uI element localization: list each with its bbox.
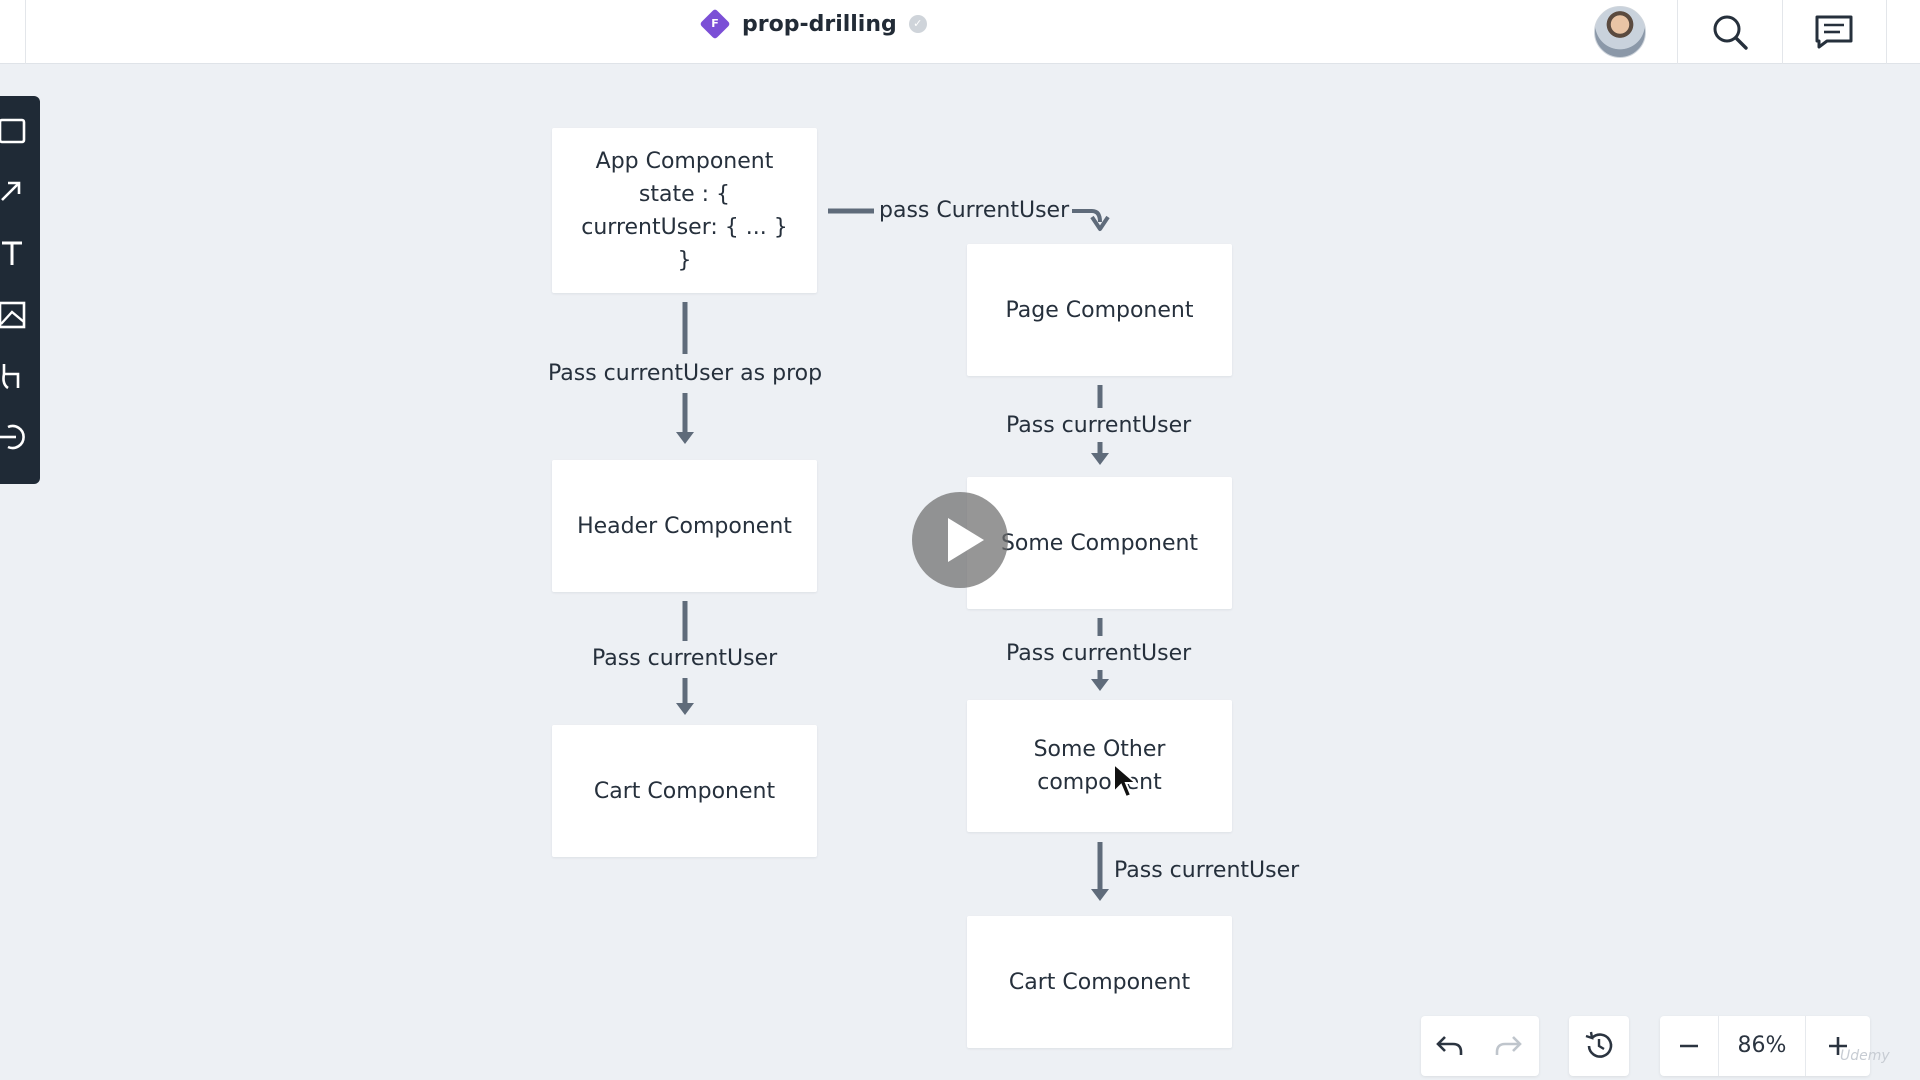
arrowhead-icon: [1091, 889, 1109, 901]
node-cart-component-left[interactable]: Cart Component: [552, 725, 817, 857]
undo-button[interactable]: [1421, 1016, 1479, 1076]
edge-label-some-other[interactable]: Pass currentUser: [1006, 640, 1191, 668]
arrowhead-icon: [1091, 453, 1109, 465]
mouse-cursor-icon: [1113, 762, 1139, 799]
arrowhead-icon: [676, 432, 694, 444]
history-group: [1569, 1016, 1629, 1076]
zoom-in-button[interactable]: [1806, 1016, 1870, 1076]
zoom-controls: 86%: [1660, 1016, 1870, 1076]
node-app-component[interactable]: App Component state : { currentUser: { .…: [552, 128, 817, 293]
edge-label-header-cart[interactable]: Pass currentUser: [592, 645, 777, 673]
zoom-level[interactable]: 86%: [1718, 1016, 1806, 1076]
node-some-other-component[interactable]: Some Other component: [967, 700, 1232, 832]
minus-icon: [1680, 1044, 1698, 1048]
node-cart-component-right[interactable]: Cart Component: [967, 916, 1232, 1048]
edge-label-app-header[interactable]: Pass currentUser as prop: [548, 360, 822, 388]
node-header-component[interactable]: Header Component: [552, 460, 817, 592]
redo-button[interactable]: [1479, 1016, 1537, 1076]
redo-icon: [1495, 1036, 1522, 1055]
edge-label-page-some[interactable]: Pass currentUser: [1006, 412, 1191, 440]
zoom-out-button[interactable]: [1660, 1016, 1718, 1076]
arrowhead-icon: [676, 703, 694, 715]
undo-redo-group: [1421, 1016, 1539, 1076]
arrowhead-icon: [1091, 679, 1109, 691]
undo-icon: [1436, 1036, 1463, 1055]
play-button[interactable]: [912, 492, 1008, 588]
history-icon: [1585, 1031, 1613, 1058]
watermark-logo: Udemy: [1840, 1048, 1890, 1064]
edge-label-other-cart[interactable]: Pass currentUser: [1114, 857, 1299, 885]
history-button[interactable]: [1569, 1016, 1629, 1076]
node-page-component[interactable]: Page Component: [967, 244, 1232, 376]
edge-label-app-page[interactable]: pass CurrentUser: [879, 197, 1069, 225]
